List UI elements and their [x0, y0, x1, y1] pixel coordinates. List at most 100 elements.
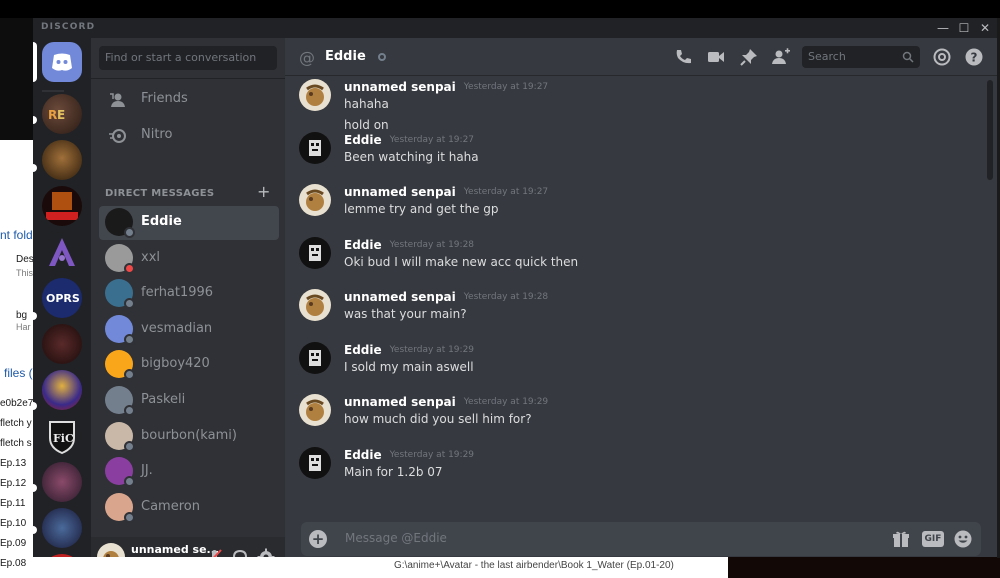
avatar[interactable] — [299, 236, 331, 269]
start-voice-call-icon[interactable] — [673, 47, 693, 67]
chat-title: Eddie — [325, 49, 366, 64]
emoji-icon[interactable] — [953, 529, 973, 549]
nav-label: Nitro — [141, 127, 173, 142]
find-conversation-input[interactable]: Find or start a conversation — [99, 46, 277, 70]
desktop-background-corner — [728, 557, 1000, 578]
headphones-icon[interactable] — [231, 548, 249, 557]
home-button[interactable] — [42, 42, 82, 82]
avatar[interactable] — [299, 341, 331, 374]
message-timestamp: Yesterday at 19:28 — [389, 239, 475, 250]
chat-header: @ Eddie Search ? — [285, 38, 997, 76]
avatar[interactable] — [299, 394, 331, 426]
add-friends-to-dm-icon[interactable] — [771, 47, 791, 67]
status-badge — [124, 476, 135, 488]
message-text: I sold my main aswell — [344, 359, 474, 374]
gif-icon[interactable]: GIF — [922, 531, 944, 547]
direct-messages-header: DIRECT MESSAGES — [105, 188, 215, 199]
settings-gear-icon[interactable] — [257, 548, 275, 557]
avatar[interactable] — [299, 79, 331, 111]
unread-indicator — [33, 526, 37, 534]
message-author[interactable]: unnamed senpai — [344, 80, 456, 94]
gif-label: GIF — [924, 534, 942, 544]
server-icon[interactable] — [42, 554, 82, 557]
status-badge — [124, 405, 135, 416]
mentions-icon[interactable] — [932, 47, 952, 67]
message-text: lemme try and get the gp — [344, 202, 499, 216]
server-icon[interactable] — [42, 140, 82, 180]
upload-plus-icon[interactable]: + — [309, 530, 327, 548]
server-icon[interactable]: RE — [42, 94, 82, 134]
dm-item[interactable]: Paskeli — [99, 384, 279, 418]
avatar[interactable] — [299, 289, 331, 321]
avatar[interactable] — [97, 543, 125, 557]
message-author[interactable]: unnamed senpai — [344, 290, 456, 304]
status-badge — [124, 440, 135, 452]
dm-name: JJ. — [141, 463, 153, 479]
gift-icon[interactable] — [891, 529, 911, 549]
message-text: was that your main? — [344, 307, 467, 321]
svg-text:R: R — [48, 108, 57, 122]
server-icon[interactable] — [42, 324, 82, 364]
at-icon: @ — [299, 48, 315, 67]
close-button[interactable]: ✕ — [977, 20, 993, 36]
message-text: hold on — [344, 118, 389, 132]
friends-icon — [110, 93, 125, 107]
server-icon[interactable] — [42, 462, 82, 502]
dm-item[interactable]: JJ. — [99, 455, 279, 489]
avatar-image — [309, 454, 321, 471]
avatar[interactable] — [299, 446, 331, 479]
bg-fragment: fletch y — [0, 418, 32, 429]
dm-item[interactable]: ferhat1996 — [99, 277, 279, 311]
avatar-image — [97, 543, 125, 557]
server-icon[interactable]: OPRS — [42, 278, 82, 318]
server-fic-shield-icon: FiC — [49, 421, 75, 455]
message-author[interactable]: unnamed senpai — [344, 395, 456, 409]
server-icon[interactable] — [42, 370, 82, 410]
avatar-image — [309, 139, 321, 156]
message-composer[interactable]: + Message @Eddie GIF — [301, 522, 981, 556]
dm-item[interactable]: bigboy420 — [99, 348, 279, 382]
app-brand: DISCORD — [41, 22, 96, 32]
server-icon[interactable] — [42, 508, 82, 548]
server-re-icon: RE — [48, 108, 65, 122]
avatar[interactable] — [299, 131, 331, 164]
status-badge — [124, 511, 135, 523]
dm-item[interactable]: Cameron — [99, 491, 279, 525]
bg-fragment: This — [16, 268, 34, 278]
message-input[interactable]: Message @Eddie — [345, 531, 447, 545]
nav-nitro[interactable]: Nitro — [99, 119, 277, 153]
start-video-call-icon[interactable] — [706, 47, 726, 67]
nav-friends[interactable]: Friends — [99, 83, 277, 117]
help-icon[interactable]: ? — [964, 47, 984, 67]
maximize-button[interactable]: ☐ — [956, 20, 972, 36]
bg-fragment: Ep.12 — [0, 478, 27, 489]
message-author[interactable]: Eddie — [344, 448, 382, 462]
server-list: RE OPRS FiC — [33, 38, 91, 557]
user-panel: unnamed se... #8468 — [91, 537, 285, 557]
dm-item[interactable]: bourbon(kami) — [99, 420, 279, 454]
server-alex-trading-icon — [46, 192, 78, 220]
bg-fragment: fletch s — [0, 438, 32, 449]
server-icon[interactable] — [42, 232, 82, 272]
message-author[interactable]: Eddie — [344, 133, 382, 147]
message-timestamp: Yesterday at 19:29 — [389, 449, 475, 460]
dm-item[interactable]: Eddie — [99, 206, 279, 240]
discord-window: DISCORD — ☐ ✕ RE OPRS FiC Find or start … — [33, 18, 997, 557]
pinned-messages-icon[interactable] — [739, 47, 759, 67]
bg-fragment: e0b2e7 — [0, 398, 34, 409]
scrollbar-thumb[interactable] — [987, 80, 993, 180]
dm-item[interactable]: vesmadian — [99, 313, 279, 347]
title-bar[interactable]: DISCORD — ☐ ✕ — [33, 18, 997, 38]
message-author[interactable]: Eddie — [344, 238, 382, 252]
server-icon[interactable]: FiC — [42, 416, 82, 456]
dm-item[interactable]: xxl — [99, 242, 279, 276]
avatar[interactable] — [299, 184, 331, 216]
minimize-button[interactable]: — — [935, 20, 951, 36]
create-dm-button[interactable]: + — [257, 182, 270, 201]
server-icon[interactable] — [42, 186, 82, 226]
bg-fragment: Har — [16, 322, 31, 332]
mute-microphone-icon[interactable] — [205, 548, 223, 557]
status-badge — [124, 333, 135, 345]
message-author[interactable]: Eddie — [344, 343, 382, 357]
message-author[interactable]: unnamed senpai — [344, 185, 456, 199]
